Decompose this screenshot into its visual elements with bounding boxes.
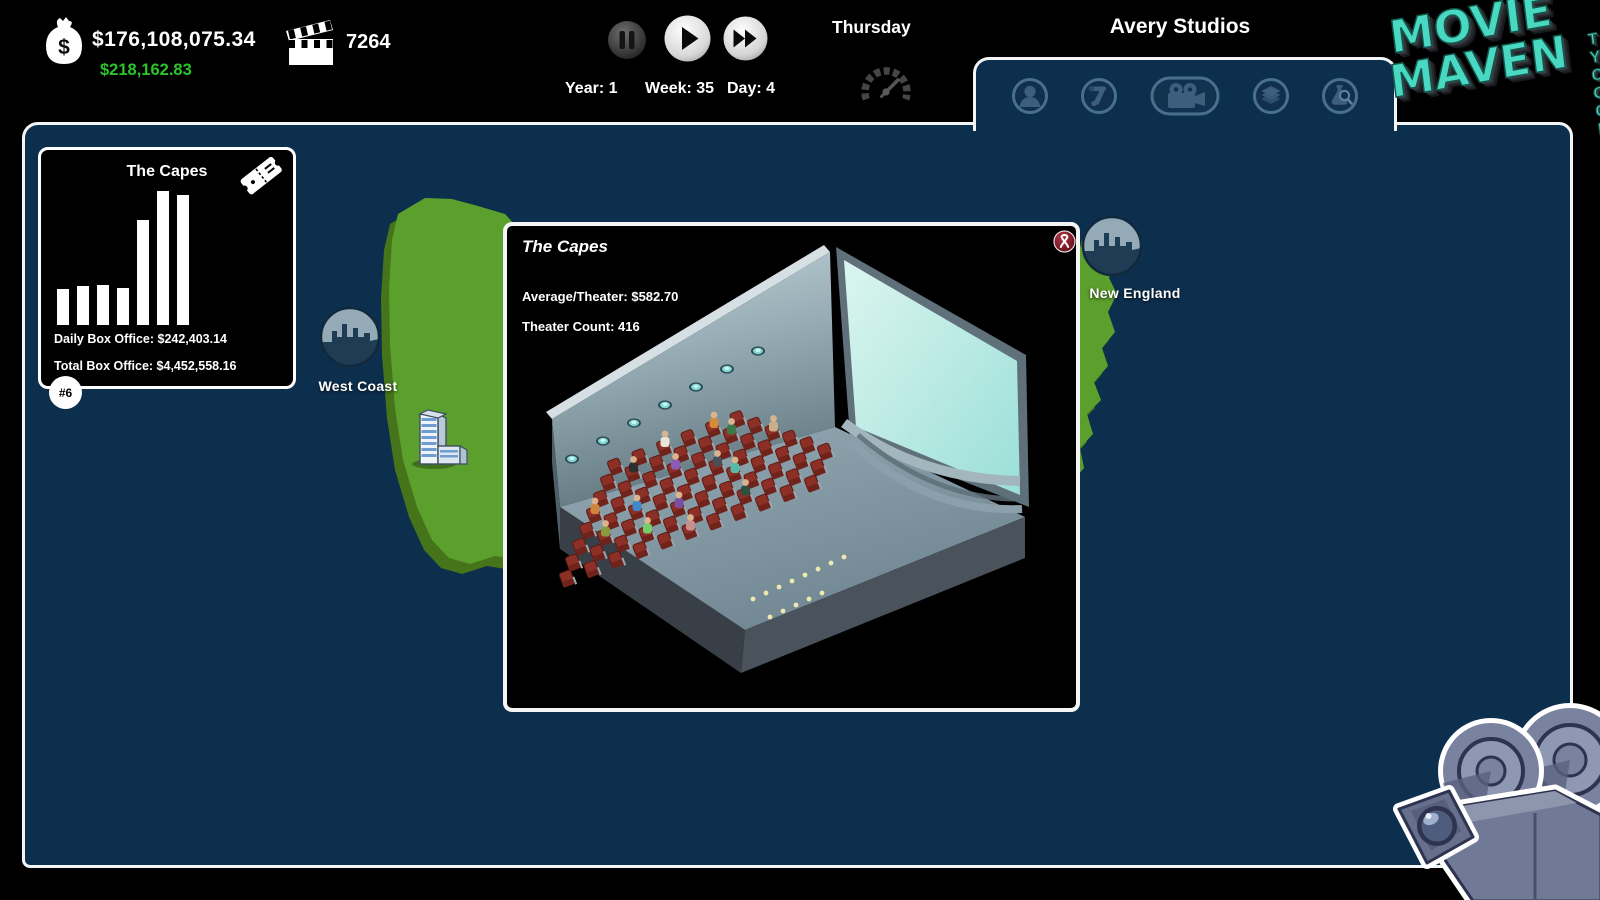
box-office-bar xyxy=(157,191,169,325)
play-icon xyxy=(664,15,711,62)
film-count: 7264 xyxy=(346,31,391,54)
audience-member xyxy=(769,415,778,431)
layers-icon xyxy=(1251,76,1291,116)
close-ribbon-icon xyxy=(1053,230,1076,253)
region-label-new-england: New England xyxy=(1075,285,1195,301)
fast-forward-button[interactable] xyxy=(723,16,768,64)
pause-button[interactable] xyxy=(607,20,647,63)
pause-icon xyxy=(607,20,647,60)
audience-member xyxy=(591,498,600,514)
audience-member xyxy=(643,517,652,533)
week-label: Week: 35 xyxy=(645,80,714,98)
total-box-office: Total Box Office: $4,452,558.16 xyxy=(54,359,237,373)
average-per-theater: Average/Theater: $582.70 xyxy=(522,289,678,304)
movie-stats-panel[interactable]: The Capes Daily Box Office: $242,403.14 … xyxy=(38,147,296,389)
audience-member xyxy=(713,450,722,466)
box-office-bar xyxy=(137,220,149,325)
dollar-glyph: $ xyxy=(58,36,70,59)
tab-talent[interactable] xyxy=(1010,76,1050,116)
ticket-icon xyxy=(235,152,289,198)
tab-scripts[interactable] xyxy=(1079,76,1119,116)
scroll-icon xyxy=(1079,76,1119,116)
studio-name: Avery Studios xyxy=(1030,15,1330,39)
region-label-west-coast: West Coast xyxy=(298,378,418,394)
person-icon xyxy=(1010,76,1050,116)
clapperboard-icon xyxy=(284,17,338,69)
audience-member xyxy=(710,412,719,428)
rank-badge: #6 xyxy=(49,376,82,409)
movie-camera-icon xyxy=(1149,75,1221,117)
tab-research[interactable] xyxy=(1320,76,1360,116)
audience-member xyxy=(727,418,736,434)
box-office-bar xyxy=(177,195,189,325)
close-button[interactable] xyxy=(1053,230,1076,253)
box-office-bar xyxy=(77,286,89,325)
box-office-bar-chart xyxy=(57,184,189,325)
audience-member xyxy=(675,492,684,508)
theater-count: Theater Count: 416 xyxy=(522,319,640,334)
year-label: Year: 1 xyxy=(565,80,617,98)
theater-seat xyxy=(558,569,577,589)
game-screen: West Coast New England $ $176,108,075.34… xyxy=(0,0,1600,900)
box-office-bar xyxy=(97,285,109,325)
cash-delta: $218,162.83 xyxy=(100,61,192,80)
audience-member xyxy=(741,479,750,495)
box-office-bar xyxy=(117,288,129,325)
audience-member xyxy=(629,456,638,472)
movie-camera-illustration xyxy=(1385,685,1600,900)
tab-archive[interactable] xyxy=(1251,76,1291,116)
popup-movie-title: The Capes xyxy=(522,237,608,257)
box-office-bar xyxy=(57,289,69,325)
daily-box-office: Daily Box Office: $242,403.14 xyxy=(54,332,227,346)
logo-vertical: TYCOON xyxy=(1583,30,1600,140)
tab-movies[interactable] xyxy=(1149,75,1221,117)
game-logo: MOVIE MAVEN TYCOON xyxy=(1387,0,1600,217)
theater-popup: The Capes Average/Theater: $582.70 Theat… xyxy=(503,222,1080,712)
tab-panel xyxy=(973,57,1397,131)
weekday-label: Thursday xyxy=(832,17,911,38)
play-button[interactable] xyxy=(664,15,711,65)
audience-member xyxy=(633,495,642,511)
audience-member xyxy=(661,431,670,447)
audience-member xyxy=(601,520,610,536)
day-label: Day: 4 xyxy=(727,80,775,98)
money-bag-icon: $ xyxy=(44,12,84,70)
audience-member xyxy=(731,457,740,473)
gauge-icon[interactable] xyxy=(856,58,918,118)
cash-total: $176,108,075.34 xyxy=(92,28,256,52)
audience-member xyxy=(686,514,695,530)
audience-member xyxy=(671,453,680,469)
research-flask-icon xyxy=(1320,76,1360,116)
fast-forward-icon xyxy=(723,16,768,61)
